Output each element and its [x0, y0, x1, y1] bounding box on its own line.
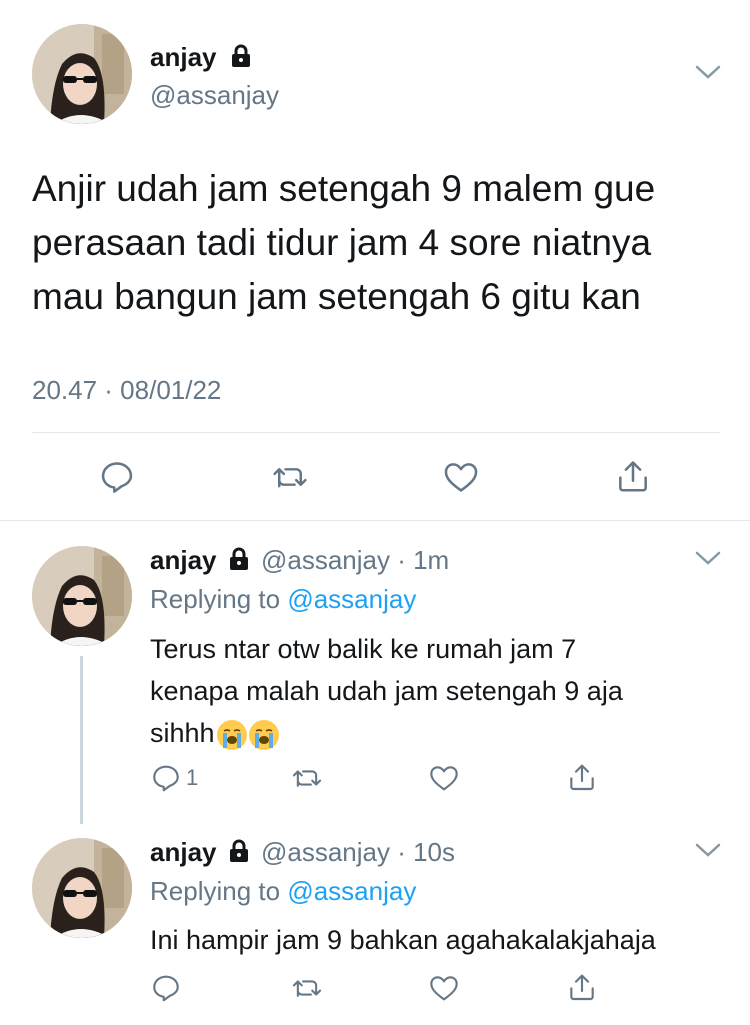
share-button[interactable]: [566, 760, 598, 794]
mention-link[interactable]: @assanjay: [287, 876, 416, 906]
avatar[interactable]: [32, 546, 132, 646]
relative-time[interactable]: · 10s: [397, 837, 455, 867]
share-button[interactable]: [566, 970, 598, 1004]
timestamp[interactable]: 20.47 · 08/01/22: [32, 374, 221, 406]
avatar-photo: [32, 838, 132, 938]
like-button[interactable]: [442, 458, 480, 496]
tweet-text: Terus ntar otw balik ke rumah jam 7 kena…: [150, 628, 623, 754]
like-button[interactable]: [428, 762, 460, 794]
retweet-icon: [292, 770, 322, 787]
tweet-text-line: kenapa malah udah jam setengah 9 aja: [150, 676, 623, 706]
avatar-photo: [32, 24, 132, 124]
heart-icon: [430, 766, 458, 791]
replying-to: Replying to @assanjay: [150, 584, 416, 614]
retweet-button[interactable]: [290, 972, 324, 1004]
tweet-text-line: Terus ntar otw balik ke rumah jam 7: [150, 634, 577, 664]
avatar[interactable]: [32, 838, 132, 938]
retweet-button[interactable]: [290, 762, 324, 794]
share-icon: [570, 974, 594, 1001]
chevron-down-icon[interactable]: [694, 62, 722, 87]
handle[interactable]: @assanjay: [261, 545, 390, 575]
reply-button[interactable]: [150, 972, 182, 1004]
chevron-down-icon[interactable]: [694, 840, 722, 865]
thread-line: [80, 656, 83, 824]
reply-button[interactable]: [98, 458, 136, 496]
chevron-down-icon[interactable]: [694, 548, 722, 573]
tweet-text-line: Ini hampir jam 9 bahkan agahakalakjahaja: [150, 925, 656, 955]
share-icon: [619, 461, 647, 492]
reply-icon: [101, 462, 133, 493]
heart-icon: [444, 463, 478, 492]
mention-link[interactable]: @assanjay: [287, 584, 416, 614]
loudly-crying-face-icon: [248, 719, 279, 750]
retweet-icon: [292, 980, 322, 997]
tweet-text-line: mau bangun jam setengah 6 gitu kan: [32, 276, 641, 317]
share-icon: [570, 764, 594, 791]
lock-icon: [228, 839, 250, 869]
tweet-text: Ini hampir jam 9 bahkan agahakalakjahaja: [150, 920, 656, 960]
reply-button[interactable]: 1: [150, 762, 198, 794]
lock-icon: [230, 44, 252, 74]
tweet-text: Anjir udah jam setengah 9 malem gue pera…: [32, 162, 655, 324]
reply-icon: [153, 975, 179, 1002]
retweet-icon: [273, 468, 307, 488]
handle[interactable]: @assanjay: [261, 837, 390, 867]
tweet-text-line: sihhh: [150, 718, 215, 748]
divider: [32, 432, 720, 433]
avatar-photo: [32, 546, 132, 646]
tweet-text-line: perasaan tadi tidur jam 4 sore niatnya: [32, 222, 652, 263]
like-button[interactable]: [428, 972, 460, 1004]
handle[interactable]: @assanjay: [150, 80, 279, 110]
replying-to-label: Replying to: [150, 584, 281, 614]
loudly-crying-face-icon: [216, 719, 247, 750]
heart-icon: [430, 976, 458, 1001]
relative-time[interactable]: · 1m: [397, 545, 449, 575]
reply-count: 1: [186, 765, 199, 790]
display-name[interactable]: anjay: [150, 837, 217, 867]
tweet-text-line: Anjir udah jam setengah 9 malem gue: [32, 168, 656, 209]
retweet-button[interactable]: [270, 458, 310, 496]
avatar[interactable]: [32, 24, 132, 124]
lock-icon: [228, 547, 250, 577]
replying-to: Replying to @assanjay: [150, 876, 416, 906]
display-name[interactable]: anjay: [150, 545, 217, 575]
display-name[interactable]: anjay: [150, 42, 217, 72]
replying-to-label: Replying to: [150, 876, 281, 906]
reply-icon: [153, 765, 179, 792]
share-button[interactable]: [614, 456, 652, 496]
section-divider: [0, 520, 750, 521]
